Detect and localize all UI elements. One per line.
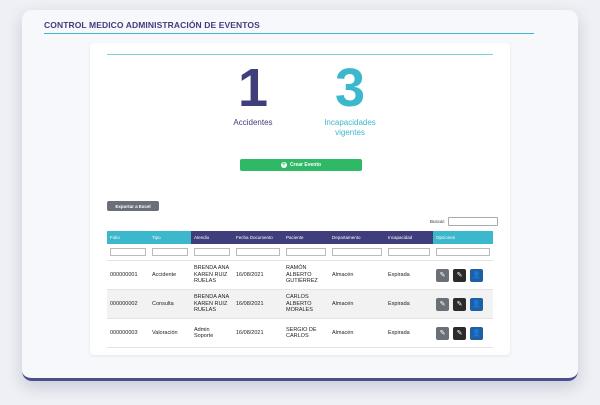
filter-row bbox=[107, 244, 493, 261]
column-header-paciente[interactable]: Paciente bbox=[283, 231, 329, 244]
cell-fecha: 16/08/2021 bbox=[233, 260, 283, 290]
stat-incapacities: 3 Incapacidades vigentes bbox=[310, 61, 390, 138]
user-icon: 👤 bbox=[472, 329, 481, 337]
events-table: Folio Tipo Atendio Fecha Documento Pacie… bbox=[107, 231, 493, 348]
cell-paciente: CARLOS ALBERTO MORALES bbox=[283, 289, 329, 319]
cell-fecha: 16/08/2021 bbox=[233, 318, 283, 348]
table-row: 000000002 Consulta BRENDA ANA KAREN RUIZ… bbox=[107, 289, 493, 319]
edit-alt-button[interactable]: ✎ bbox=[453, 268, 466, 282]
edit-alt-button[interactable]: ✎ bbox=[453, 326, 466, 340]
cell-opciones: ✎ ✎ 👤 bbox=[433, 289, 493, 319]
stat-incapacities-label: Incapacidades vigentes bbox=[324, 118, 376, 137]
title-divider bbox=[44, 33, 534, 34]
stat-accidents-value: 1 bbox=[237, 58, 269, 118]
cell-folio: 000000001 bbox=[107, 260, 149, 290]
filter-input-paciente[interactable] bbox=[286, 248, 326, 256]
column-header-fecha[interactable]: Fecha Documento bbox=[233, 231, 283, 244]
user-button[interactable]: 👤 bbox=[470, 297, 483, 311]
filter-input-fecha[interactable] bbox=[236, 248, 280, 256]
card-divider bbox=[107, 54, 493, 55]
create-event-label: Crear Evento bbox=[289, 162, 322, 168]
cell-opciones: ✎ ✎ 👤 bbox=[433, 318, 493, 348]
cell-atendio: Admin Soporte bbox=[191, 318, 233, 348]
plus-circle-icon: + bbox=[280, 162, 287, 168]
filter-input-departamento[interactable] bbox=[332, 248, 382, 256]
cell-atendio: BRENDA ANA KAREN RUIZ RUELAS bbox=[191, 260, 233, 290]
pencil-icon: ✎ bbox=[439, 271, 446, 279]
cell-departamento: Almacén bbox=[329, 260, 385, 290]
cell-tipo: Accidente bbox=[149, 260, 191, 290]
stat-accidents-label: Accidentes bbox=[233, 118, 273, 127]
search-area: Buscar: bbox=[430, 217, 499, 226]
cell-tipo: Valoración bbox=[149, 318, 191, 348]
cell-folio: 000000002 bbox=[107, 289, 149, 319]
cell-atendio: BRENDA ANA KAREN RUIZ RUELAS bbox=[191, 289, 233, 319]
edit-button[interactable]: ✎ bbox=[436, 326, 449, 340]
filter-input-incapacidad[interactable] bbox=[388, 248, 430, 256]
pencil-icon: ✎ bbox=[439, 329, 446, 337]
pencil-icon: ✎ bbox=[456, 271, 463, 279]
edit-button[interactable]: ✎ bbox=[436, 268, 449, 282]
table-header-row: Folio Tipo Atendio Fecha Documento Pacie… bbox=[107, 231, 493, 244]
user-button[interactable]: 👤 bbox=[470, 326, 483, 340]
column-header-atendio[interactable]: Atendio bbox=[191, 231, 233, 244]
cell-paciente: RAMÓN ALBERTO GUTIÉRREZ bbox=[283, 260, 329, 290]
filter-input-opciones[interactable] bbox=[436, 248, 490, 256]
cell-folio: 000000003 bbox=[107, 318, 149, 348]
cell-paciente: SERGIO DE CARLOS bbox=[283, 318, 329, 348]
cell-opciones: ✎ ✎ 👤 bbox=[433, 260, 493, 290]
column-header-departamento[interactable]: Departamento bbox=[329, 231, 385, 244]
cell-departamento: Almacén bbox=[329, 318, 385, 348]
column-header-tipo[interactable]: Tipo bbox=[149, 231, 191, 244]
cell-incapacidad: Expirada bbox=[385, 318, 433, 348]
filter-input-folio[interactable] bbox=[110, 248, 146, 256]
filter-input-tipo[interactable] bbox=[152, 248, 188, 256]
filter-input-atendio[interactable] bbox=[194, 248, 230, 256]
table-row: 000000003 Valoración Admin Soporte 16/08… bbox=[107, 318, 493, 348]
stat-incapacities-value: 3 bbox=[334, 58, 366, 118]
search-input[interactable] bbox=[448, 217, 499, 226]
edit-button[interactable]: ✎ bbox=[436, 297, 449, 311]
export-excel-label: Exportar a Excel bbox=[115, 203, 151, 209]
cell-tipo: Consulta bbox=[149, 289, 191, 319]
column-header-incapacidad[interactable]: Incapacidad bbox=[385, 231, 433, 244]
stat-accidents: 1 Accidentes bbox=[218, 61, 288, 128]
events-card: 1 Accidentes 3 Incapacidades vigentes + … bbox=[90, 43, 510, 355]
export-excel-button[interactable]: Exportar a Excel bbox=[107, 201, 159, 211]
cell-incapacidad: Expirada bbox=[385, 260, 433, 290]
cell-departamento: Almacén bbox=[329, 289, 385, 319]
pencil-icon: ✎ bbox=[456, 329, 463, 337]
user-icon: 👤 bbox=[472, 271, 481, 279]
edit-alt-button[interactable]: ✎ bbox=[453, 297, 466, 311]
create-event-button[interactable]: + Crear Evento bbox=[240, 159, 362, 171]
page-title: CONTROL MEDICO ADMINISTRACIÓN DE EVENTOS bbox=[44, 20, 260, 30]
pencil-icon: ✎ bbox=[456, 300, 463, 308]
user-button[interactable]: 👤 bbox=[470, 268, 483, 282]
cell-incapacidad: Expirada bbox=[385, 289, 433, 319]
cell-fecha: 16/08/2021 bbox=[233, 289, 283, 319]
search-label: Buscar: bbox=[430, 219, 446, 224]
column-header-folio[interactable]: Folio bbox=[107, 231, 149, 244]
pencil-icon: ✎ bbox=[439, 300, 446, 308]
user-icon: 👤 bbox=[472, 300, 481, 308]
column-header-opciones: Opciones bbox=[433, 231, 493, 244]
table-row: 000000001 Accidente BRENDA ANA KAREN RUI… bbox=[107, 260, 493, 290]
